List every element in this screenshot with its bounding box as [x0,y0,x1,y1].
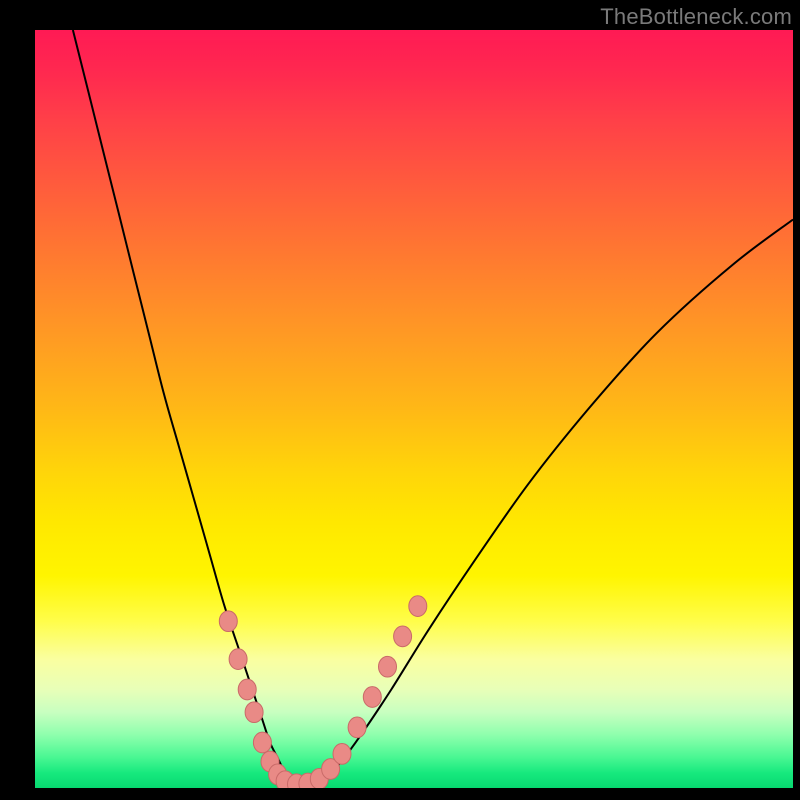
highlight-dot [379,656,397,677]
curve-svg [35,30,793,788]
highlight-dot [238,679,256,700]
highlight-dot [348,717,366,738]
highlight-dots [219,596,426,788]
highlight-dot [333,744,351,765]
highlight-dot [253,732,271,753]
highlight-dot [229,649,247,670]
watermark-text: TheBottleneck.com [600,4,792,30]
highlight-dot [219,611,237,632]
highlight-dot [394,626,412,647]
plot-area [35,30,793,788]
highlight-dot [363,687,381,708]
highlight-dot [409,596,427,617]
chart-frame: TheBottleneck.com [0,0,800,800]
bottleneck-curve [73,30,793,784]
highlight-dot [245,702,263,723]
